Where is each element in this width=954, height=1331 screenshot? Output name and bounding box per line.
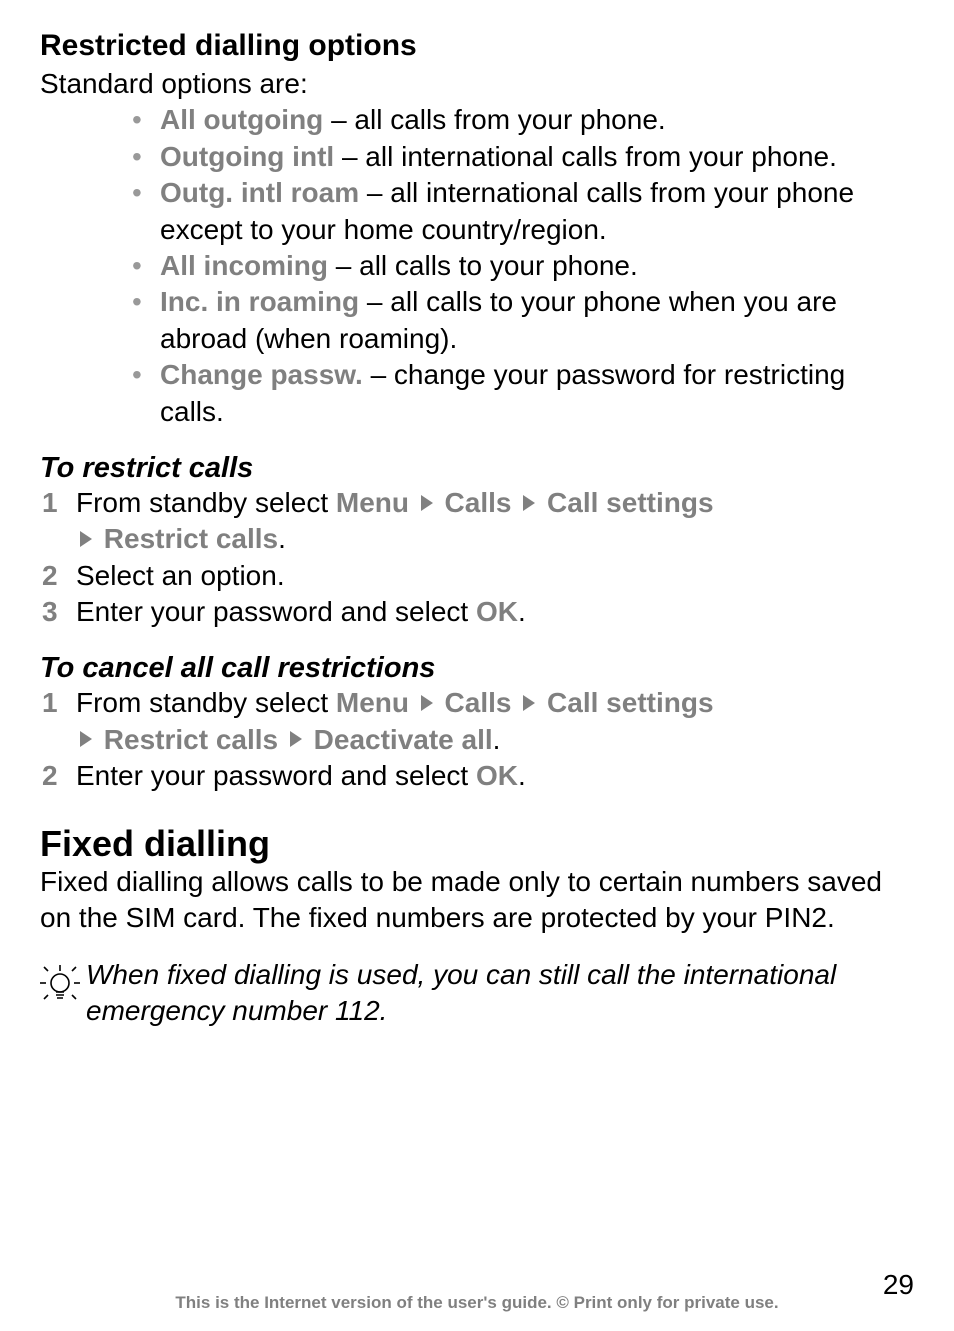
menu-path-item: Menu — [336, 687, 409, 718]
step-item: Enter your password and select OK. — [40, 758, 914, 794]
option-desc: – all calls from your phone. — [323, 104, 665, 135]
step-prefix: Enter your password and select — [76, 760, 476, 791]
step-suffix: . — [278, 523, 286, 554]
step-item: Select an option. — [40, 558, 914, 594]
step-plain: Select an option. — [76, 560, 285, 591]
intro-text: Standard options are: — [40, 66, 914, 102]
menu-path-item: Call settings — [547, 687, 713, 718]
footer: This is the Internet version of the user… — [0, 1293, 954, 1313]
menu-path-item: Calls — [445, 487, 512, 518]
step-suffix: . — [518, 760, 526, 791]
menu-path-item: OK — [476, 596, 518, 627]
tip-text: When fixed dialling is used, you can sti… — [86, 957, 914, 1030]
steps-restrict: From standby select Menu Calls Call sett… — [40, 485, 914, 631]
chevron-right-icon — [421, 695, 433, 711]
menu-path-item: Menu — [336, 487, 409, 518]
heading-to-restrict-calls: To restrict calls — [40, 452, 914, 485]
step-prefix: Enter your password and select — [76, 596, 476, 627]
menu-path-item: Deactivate all — [314, 724, 493, 755]
menu-path-item: OK — [476, 760, 518, 791]
list-item: All incoming – all calls to your phone. — [132, 248, 914, 284]
steps-cancel: From standby select Menu Calls Call sett… — [40, 685, 914, 794]
option-label: Inc. in roaming — [160, 286, 359, 317]
list-item: All outgoing – all calls from your phone… — [132, 102, 914, 138]
option-desc: – all international calls from your phon… — [334, 141, 837, 172]
chevron-right-icon — [523, 695, 535, 711]
step-suffix: . — [518, 596, 526, 627]
chevron-right-icon — [80, 531, 92, 547]
chevron-right-icon — [421, 495, 433, 511]
option-desc: – all calls to your phone. — [328, 250, 638, 281]
chevron-right-icon — [290, 731, 302, 747]
fixed-dialling-body: Fixed dialling allows calls to be made o… — [40, 864, 914, 937]
option-label: Outg. intl roam — [160, 177, 359, 208]
step-prefix: From standby select — [76, 687, 336, 718]
heading-fixed-dialling: Fixed dialling — [40, 823, 914, 864]
option-label: All incoming — [160, 250, 328, 281]
heading-to-cancel-all: To cancel all call restrictions — [40, 652, 914, 685]
list-item: Inc. in roaming – all calls to your phon… — [132, 284, 914, 357]
step-prefix: From standby select — [76, 487, 336, 518]
footer-text: This is the Internet version of the user… — [175, 1293, 778, 1312]
menu-path-item: Call settings — [547, 487, 713, 518]
list-item: Outgoing intl – all international calls … — [132, 139, 914, 175]
option-label: All outgoing — [160, 104, 323, 135]
menu-path-item: Restrict calls — [104, 523, 278, 554]
option-label: Change passw. — [160, 359, 363, 390]
step-item: Enter your password and select OK. — [40, 594, 914, 630]
lightbulb-icon — [40, 961, 86, 1010]
options-list: All outgoing – all calls from your phone… — [40, 102, 914, 430]
page: Restricted dialling options Standard opt… — [0, 0, 954, 1331]
menu-path-item: Calls — [445, 687, 512, 718]
step-item: From standby select Menu Calls Call sett… — [40, 685, 914, 758]
chevron-right-icon — [80, 731, 92, 747]
list-item: Outg. intl roam – all international call… — [132, 175, 914, 248]
menu-path-item: Restrict calls — [104, 724, 278, 755]
step-item: From standby select Menu Calls Call sett… — [40, 485, 914, 558]
step-suffix: . — [493, 724, 501, 755]
heading-restricted-dialling-options: Restricted dialling options — [40, 28, 914, 64]
option-label: Outgoing intl — [160, 141, 334, 172]
chevron-right-icon — [523, 495, 535, 511]
list-item: Change passw. – change your password for… — [132, 357, 914, 430]
tip-row: When fixed dialling is used, you can sti… — [40, 957, 914, 1030]
